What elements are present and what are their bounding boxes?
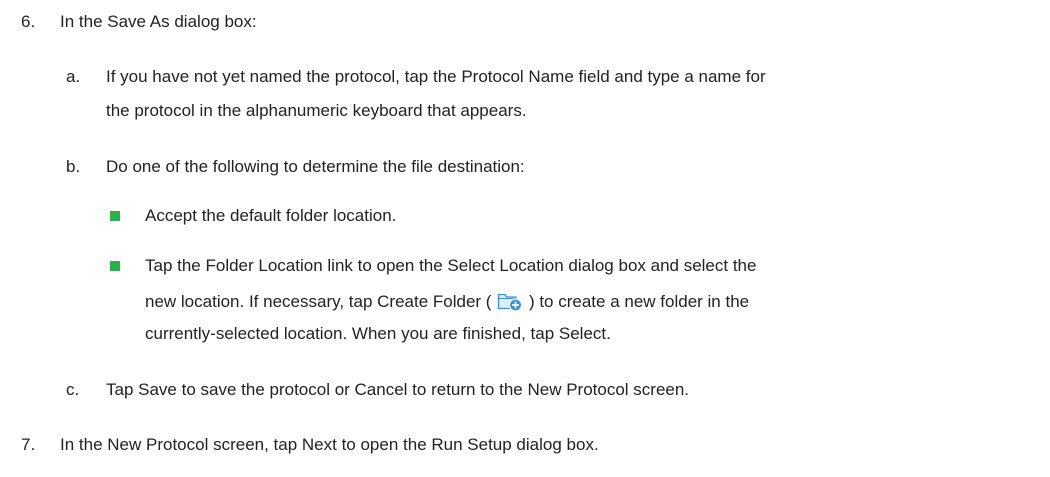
step-7-number: 7. xyxy=(21,435,36,454)
substep-a-line-1: If you have not yet named the protocol, … xyxy=(106,67,766,86)
bullet-2-line-2: new location. If necessary, tap Create F… xyxy=(145,290,749,312)
step-6-text: In the Save As dialog box: xyxy=(60,12,257,31)
step-7-text: In the New Protocol screen, tap Next to … xyxy=(60,435,599,454)
procedure-document: { "step6": { "number": "6.", "text": "In… xyxy=(0,0,1050,477)
bullet-2-line-2-start: new location. If necessary, tap Create F… xyxy=(145,292,492,311)
bullet-square-icon xyxy=(110,261,120,271)
bullet-1-text: Accept the default folder location. xyxy=(145,206,397,225)
substep-b-text: Do one of the following to determine the… xyxy=(106,157,525,176)
bullet-2-line-2-end: ) to create a new folder in the xyxy=(528,292,750,311)
substep-c-text: Tap Save to save the protocol or Cancel … xyxy=(106,380,690,399)
bullet-2-line-3: currently-selected location. When you ar… xyxy=(145,324,611,343)
create-folder-icon xyxy=(498,293,523,312)
substep-c-marker: c. xyxy=(66,380,80,399)
bullet-square-icon xyxy=(110,211,120,221)
substep-a-marker: a. xyxy=(66,67,81,86)
substep-a-line-2: the protocol in the alphanumeric keyboar… xyxy=(106,101,527,120)
bullet-2-line-1: Tap the Folder Location link to open the… xyxy=(145,256,757,275)
substep-b-marker: b. xyxy=(66,157,81,176)
step-6-number: 6. xyxy=(21,12,36,31)
